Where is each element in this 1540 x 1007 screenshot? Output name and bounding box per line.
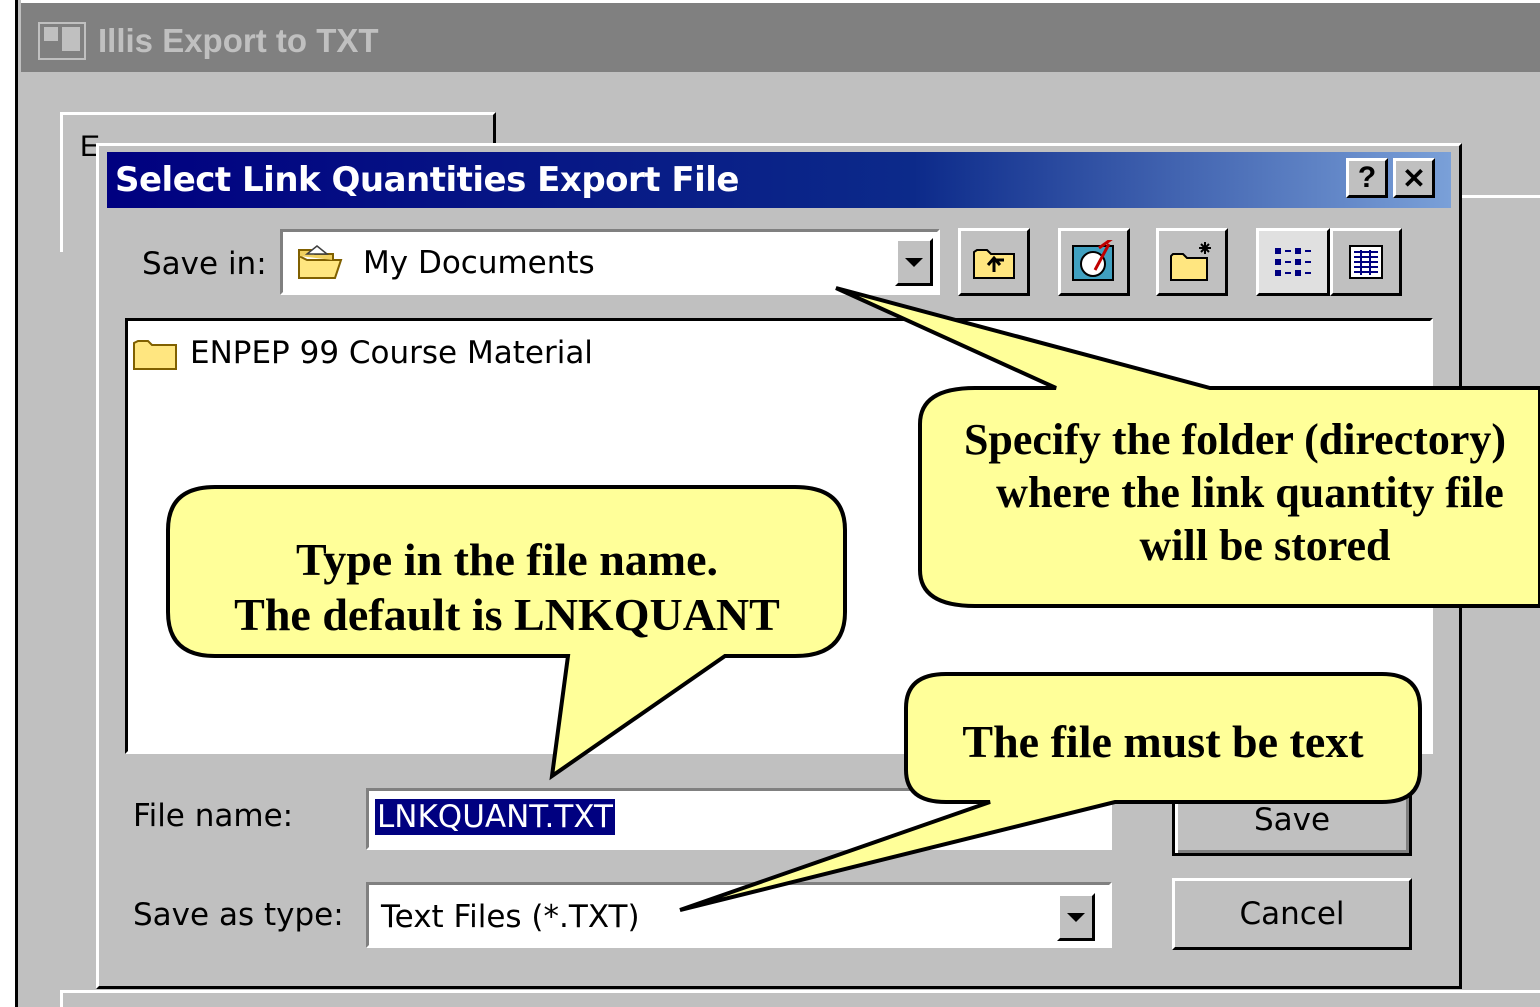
callout-folder-line-2: where the link quantity file <box>996 467 1504 517</box>
callout-filename: Type in the file name. The default is LN… <box>172 532 842 642</box>
callout-folder-line-3: will be stored <box>1139 520 1391 570</box>
callout-type-bubble <box>679 672 1422 912</box>
callout-filename-line-1: Type in the file name. <box>295 534 719 585</box>
callout-type: The file must be text <box>906 714 1420 769</box>
callout-type-line-1: The file must be text <box>962 716 1364 767</box>
callout-filename-line-2: The default is LNKQUANT <box>234 589 780 641</box>
callout-folder-line-1: Specify the folder (directory) <box>963 415 1507 464</box>
callout-folder: Specify the folder (directory) where the… <box>930 414 1540 572</box>
